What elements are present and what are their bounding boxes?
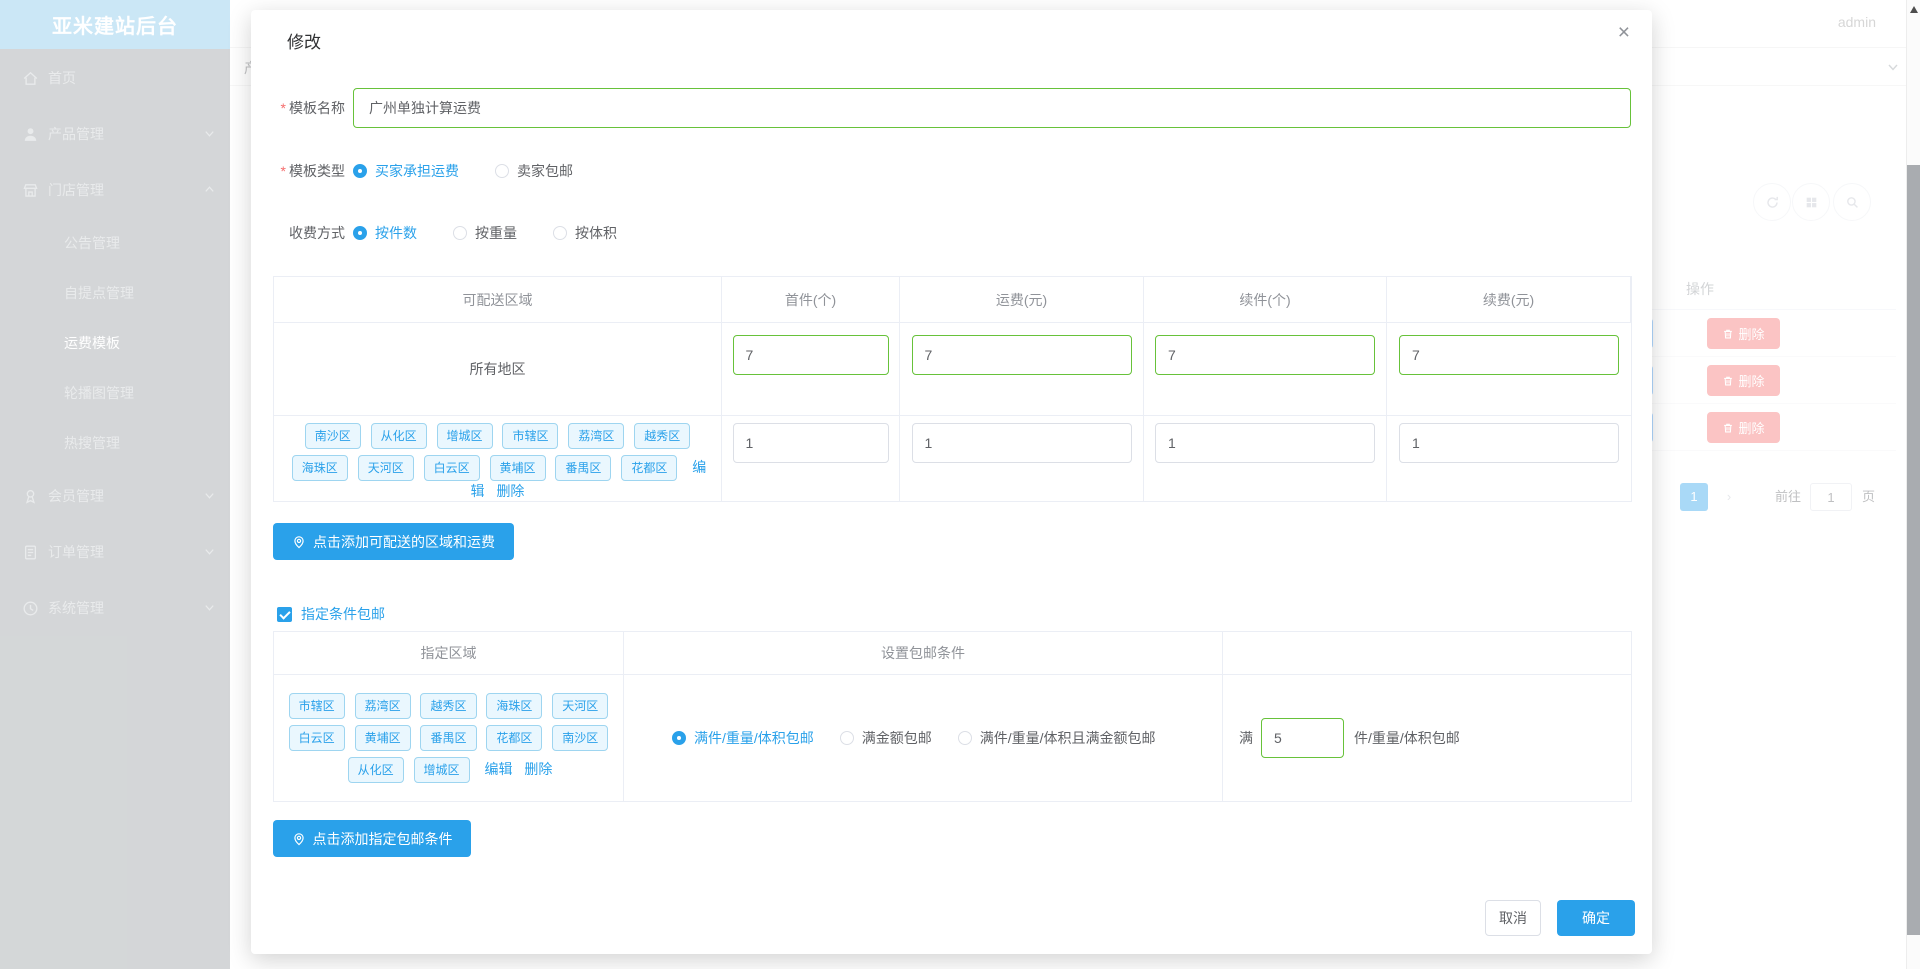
delete-regions-link[interactable]: 删除 [496, 483, 524, 499]
first-fee-input[interactable] [911, 423, 1132, 463]
free-shipping-table: 指定区域 设置包邮条件 市辖区 荔湾区 越秀区 海珠区 天河区 白云区 黄埔区 … [273, 631, 1632, 802]
delete-regions-link[interactable]: 删除 [524, 761, 552, 777]
charge-mode-radio[interactable]: 按体积 [553, 223, 617, 243]
screen: 亚米建站后台 首页 产品管理 门店管理 [0, 0, 1920, 969]
scrollbar-thumb[interactable] [1907, 165, 1920, 935]
template-type-radio[interactable]: 卖家包邮 [495, 161, 573, 181]
region-tag: 荔湾区 [354, 693, 411, 719]
radio-icon [553, 226, 567, 240]
condition-radio[interactable]: 满件/重量/体积且满金额包邮 [957, 728, 1156, 748]
region-tag: 越秀区 [634, 423, 691, 449]
free-shipping-condition-toggle[interactable]: 指定条件包邮 [277, 604, 385, 624]
region-tag: 越秀区 [420, 693, 477, 719]
radio-icon [672, 731, 686, 745]
region-tag: 黄埔区 [489, 455, 546, 481]
region-tag: 海珠区 [486, 693, 543, 719]
free-shipping-table-header: 指定区域 设置包邮条件 [274, 632, 1631, 675]
region-tag: 番禺区 [555, 455, 612, 481]
radio-icon [353, 164, 367, 178]
column-header: 运费(元) [900, 277, 1144, 322]
charge-mode-radio-group: 按件数 按重量 按体积 [353, 215, 653, 251]
template-type-radio-group: 买家承担运费 卖家包邮 [353, 153, 609, 189]
confirm-button[interactable]: 确定 [1557, 900, 1635, 936]
add-free-shipping-condition-button[interactable]: 点击添加指定包邮条件 [273, 820, 471, 857]
threshold-suffix: 件/重量/体积包邮 [1354, 730, 1460, 746]
charge-mode-label: 收费方式 [289, 225, 345, 241]
region-tag: 市辖区 [288, 693, 345, 719]
region-tag: 荔湾区 [568, 423, 625, 449]
radio-icon [957, 731, 972, 745]
region-tag: 从化区 [370, 423, 427, 449]
condition-radio-group: 满件/重量/体积包邮 满金额包邮 满件/重量/体积且满金额包邮 [624, 675, 1223, 801]
shipping-fee-table-header: 可配送区域 首件(个) 运费(元) 续件(个) 续费(元) [274, 277, 1631, 323]
additional-item-input[interactable] [1155, 335, 1375, 375]
close-icon[interactable]: × [1618, 22, 1630, 43]
scrollbar-up-arrow[interactable] [1910, 6, 1918, 13]
column-header: 可配送区域 [274, 277, 722, 322]
radio-icon [453, 226, 467, 240]
radio-icon [353, 226, 367, 240]
first-fee-input[interactable] [911, 335, 1132, 375]
dialog-title: 修改 [287, 33, 321, 52]
cancel-button[interactable]: 取消 [1485, 900, 1541, 936]
region-tag: 市辖区 [502, 423, 559, 449]
edit-template-dialog: 修改 × 模板名称 模板类型 买家承担运费 卖家包邮 收费方式 [251, 10, 1652, 954]
charge-mode-radio[interactable]: 按件数 [353, 223, 417, 243]
column-header-empty [1223, 632, 1631, 674]
region-tag: 黄埔区 [354, 725, 411, 751]
column-header: 指定区域 [274, 632, 624, 674]
threshold-input[interactable] [1261, 718, 1344, 758]
region-tag: 南沙区 [552, 725, 609, 751]
region-tags-cell: 南沙区 从化区 增城区 市辖区 荔湾区 越秀区 海珠区 天河区 白云区 黄埔区 … [274, 416, 722, 502]
condition-radio[interactable]: 满件/重量/体积包邮 [672, 728, 814, 748]
charge-mode-radio[interactable]: 按重量 [453, 223, 517, 243]
first-item-input[interactable] [732, 335, 889, 375]
specified-regions-cell: 市辖区 荔湾区 越秀区 海珠区 天河区 白云区 黄埔区 番禺区 花都区 南沙区 … [274, 675, 624, 801]
checkbox-checked-icon [277, 606, 292, 622]
region-tag: 天河区 [552, 693, 609, 719]
add-delivery-area-button[interactable]: 点击添加可配送的区域和运费 [273, 523, 514, 560]
template-name-input[interactable] [353, 88, 1631, 128]
region-tag: 白云区 [288, 725, 345, 751]
custom-regions-row: 南沙区 从化区 增城区 市辖区 荔湾区 越秀区 海珠区 天河区 白云区 黄埔区 … [274, 416, 1631, 502]
page-scrollbar[interactable] [1906, 0, 1920, 969]
column-header: 首件(个) [722, 277, 900, 322]
region-tag: 花都区 [486, 725, 543, 751]
column-header: 续费(元) [1387, 277, 1631, 322]
condition-radio[interactable]: 满金额包邮 [839, 728, 932, 748]
threshold-cell: 满 件/重量/体积包邮 [1223, 675, 1631, 801]
region-tag: 白云区 [423, 455, 480, 481]
location-pin-icon [294, 535, 304, 548]
edit-regions-link[interactable]: 编辑 [484, 761, 512, 777]
region-tag: 花都区 [621, 455, 678, 481]
all-regions-row: 所有地区 [274, 323, 1631, 416]
template-name-label: 模板名称 [269, 88, 345, 128]
additional-fee-input[interactable] [1399, 335, 1619, 375]
first-item-input[interactable] [732, 423, 889, 463]
additional-item-input[interactable] [1155, 423, 1375, 463]
region-tag: 增城区 [413, 757, 470, 783]
template-type-radio[interactable]: 买家承担运费 [353, 161, 459, 181]
region-tag: 天河区 [357, 455, 414, 481]
region-cell: 所有地区 [274, 323, 722, 415]
region-tag: 海珠区 [291, 455, 348, 481]
column-header: 设置包邮条件 [624, 632, 1223, 674]
additional-fee-input[interactable] [1399, 423, 1619, 463]
column-header: 续件(个) [1144, 277, 1387, 322]
region-tag: 南沙区 [304, 423, 361, 449]
shipping-fee-table: 可配送区域 首件(个) 运费(元) 续件(个) 续费(元) 所有地区 7 7 7… [273, 276, 1632, 502]
region-tag: 增城区 [436, 423, 493, 449]
template-type-label: 模板类型 [269, 153, 345, 189]
radio-icon [839, 731, 854, 745]
radio-icon [495, 164, 509, 178]
free-shipping-row: 市辖区 荔湾区 越秀区 海珠区 天河区 白云区 黄埔区 番禺区 花都区 南沙区 … [274, 675, 1631, 801]
threshold-prefix: 满 [1239, 730, 1253, 746]
region-tag: 从化区 [347, 757, 404, 783]
region-tag: 番禺区 [420, 725, 477, 751]
location-pin-icon [293, 832, 304, 845]
